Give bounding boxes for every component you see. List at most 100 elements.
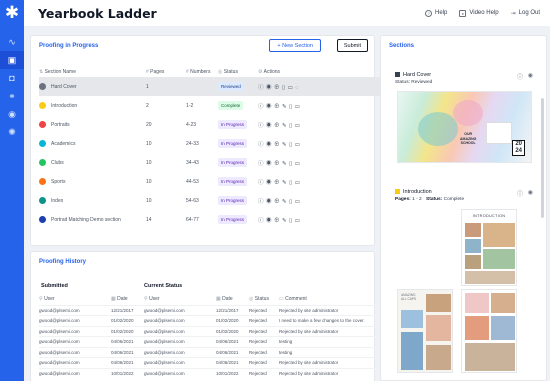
comment-icon[interactable]: ▭ [295, 123, 303, 129]
new-section-button[interactable]: + New Section [269, 39, 321, 52]
gear-icon[interactable]: ✺ [0, 123, 24, 141]
history-comment: Rejected by site administrator [279, 304, 384, 316]
comment-icon[interactable]: ▭ [295, 180, 303, 186]
video-icon: ▸ [459, 9, 467, 17]
history-comment: Rejected by site administrator [279, 367, 384, 379]
history-date: 10/01/2022 [111, 367, 144, 379]
comment-icon[interactable]: ▭ [295, 142, 303, 148]
upload-icon[interactable]: ⊕ [274, 123, 282, 129]
section-row[interactable]: Hard Cover 1 Reviewed ⓘ◉⊕▯▭◌ [39, 77, 384, 96]
section-color-dot [39, 178, 46, 185]
section-card-introduction[interactable]: Introduction Pages: 1 - 2 Status: Comple… [389, 184, 539, 379]
comment-icon[interactable]: ▭ [295, 161, 303, 167]
eye-icon[interactable]: ◉ [266, 180, 274, 186]
info-icon[interactable]: ⓘ [258, 199, 266, 205]
section-row[interactable]: Portraits 20 4-23 In Progress ⓘ◉⊕✎▯▭ [39, 115, 384, 134]
status-badge: In Progress [218, 177, 248, 186]
photo [465, 316, 489, 340]
history-status: Rejected [249, 325, 279, 337]
help-link[interactable]: ? Help [425, 9, 447, 17]
upload-icon[interactable]: ⊕ [274, 161, 282, 167]
section-row[interactable]: Clubs 10 34-43 In Progress ⓘ◉⊕✎▯▭ [39, 153, 384, 172]
intro-page-left-thumbnail[interactable]: AMAZING ALL CAPS [397, 289, 453, 373]
sections-scrollbar[interactable] [541, 98, 544, 218]
info-icon[interactable]: ⓘ [258, 104, 266, 110]
upload-icon[interactable]: ⊕ [274, 104, 282, 110]
section-row[interactable]: Academics 10 24-33 In Progress ⓘ◉⊕✎▯▭ [39, 134, 384, 153]
section-color-dot [39, 159, 46, 166]
history-user: gwood@plsemi.com [39, 346, 111, 358]
app-logo-icon[interactable]: ✱ [0, 1, 24, 25]
status-badge: Reviewed [218, 82, 244, 91]
info-icon[interactable]: ⓘ [258, 180, 266, 186]
book-icon[interactable]: ▣ [0, 51, 24, 69]
comment-icon[interactable]: ▭ [295, 218, 303, 224]
intro-page-right-thumbnail[interactable]: INTRODUCTION [461, 209, 517, 286]
cover-thumbnail[interactable]: OUR AMAZING SCHOOL 20 24 [397, 91, 532, 163]
col-section: Section Name [44, 68, 76, 75]
info-icon[interactable]: ⓘ [258, 161, 266, 167]
upload-icon[interactable]: ⊕ [274, 180, 282, 186]
history-user: gwood@plsemi.com [39, 325, 111, 337]
info-icon[interactable]: ⓘ [517, 72, 523, 81]
info-icon[interactable]: ⓘ [258, 142, 266, 148]
col-hstatus: Status [254, 296, 269, 303]
camera-icon[interactable]: ◘ [0, 69, 24, 87]
upload-icon[interactable]: ⊕ [274, 218, 282, 224]
info-icon[interactable]: ⓘ [258, 218, 266, 224]
users-icon[interactable]: ⚭ [0, 87, 24, 105]
info-icon[interactable]: ⓘ [258, 123, 266, 129]
info-icon[interactable]: ⓘ [517, 189, 523, 198]
settings-circle-icon[interactable]: ◉ [0, 105, 24, 123]
video-help-link[interactable]: ▸ Video Help [459, 9, 499, 17]
history-card: Proofing History Submitted Current Statu… [30, 251, 384, 381]
eye-icon[interactable]: ◉ [266, 85, 274, 91]
upload-icon[interactable]: ⊕ [274, 142, 282, 148]
history-user: gwood@plsemi.com [39, 367, 111, 379]
history-status: Rejected [249, 367, 279, 379]
sections-title: Sections [389, 43, 415, 49]
eye-off-icon[interactable]: ◌ [295, 85, 301, 91]
section-card-name: Introduction [403, 189, 432, 195]
eye-icon[interactable]: ◉ [266, 218, 274, 224]
section-color-dot [39, 216, 46, 223]
proofing-card: Proofing in Progress + New Section Submi… [30, 35, 384, 246]
info-icon[interactable]: ⓘ [258, 85, 266, 91]
history-current-user: gwood@plsemi.com [144, 346, 216, 358]
upload-icon[interactable]: ⊕ [274, 85, 282, 91]
section-numbers: 34-43 [186, 159, 199, 166]
history-row: gwood@plsemi.com 01/02/2020 gwood@plsemi.c… [39, 325, 384, 337]
comment-icon[interactable]: ▭ [295, 199, 303, 205]
comment-icon[interactable]: ▭ [295, 104, 303, 110]
activity-icon[interactable]: ∿ [0, 33, 24, 51]
history-current-user: gwood@plsemi.com [144, 304, 216, 316]
eye-icon[interactable]: ◉ [528, 189, 533, 196]
history-row: gwood@plsemi.com 12/21/2017 gwood@plsemi.c… [39, 304, 384, 316]
eye-icon[interactable]: ◉ [266, 142, 274, 148]
section-row[interactable]: Portrait Matching Demo section 14 64-77 In … [39, 210, 384, 229]
section-row[interactable]: Index 10 54-63 In Progress ⓘ◉⊕✎▯▭ [39, 191, 384, 210]
section-card-name: Hard Cover [403, 72, 432, 78]
logout-link[interactable]: ⇥ Log Out [511, 10, 540, 17]
eye-icon[interactable]: ◉ [266, 104, 274, 110]
photo [465, 239, 481, 253]
section-row[interactable]: Sports 10 44-53 In Progress ⓘ◉⊕✎▯▭ [39, 172, 384, 191]
eye-icon[interactable]: ◉ [266, 123, 274, 129]
page-title: Yearbook Ladder [38, 5, 157, 21]
section-name: Academics [51, 140, 76, 147]
submit-button[interactable]: Submit [336, 39, 368, 52]
history-comment: testing [279, 336, 384, 347]
col-actions: Actions [263, 68, 281, 75]
section-row[interactable]: Introduction 2 1-2 Complete ⓘ◉⊕✎▯▭ [39, 96, 384, 115]
history-table: ⚲ User ▦ Date ⚲ User ▦ Date ◎ Status ▭ C… [39, 294, 384, 379]
col-numbers: Numbers [190, 68, 211, 75]
help-circle-icon: ? [425, 9, 433, 17]
upload-icon[interactable]: ⊕ [274, 199, 282, 205]
intro-page-spread-thumbnail[interactable] [461, 289, 517, 373]
eye-icon[interactable]: ◉ [266, 199, 274, 205]
eye-icon[interactable]: ◉ [266, 161, 274, 167]
eye-icon[interactable]: ◉ [528, 72, 533, 79]
history-user: gwood@plsemi.com [39, 304, 111, 316]
history-status: Rejected [249, 357, 279, 368]
sections-panel: Sections Hard Cover Status: Reviewed ⓘ ◉… [380, 35, 547, 381]
